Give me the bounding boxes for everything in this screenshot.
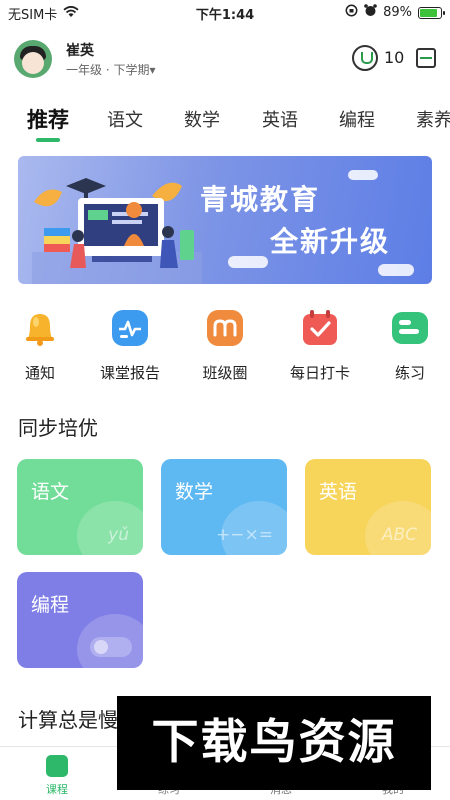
battery-icon	[418, 6, 445, 19]
profile-header: 崔英 一年级 · 下学期▾ 10	[14, 40, 436, 80]
card-label: 数学	[175, 481, 214, 503]
tab-recommend[interactable]: 推荐	[27, 104, 69, 134]
quick-action-class-report[interactable]: 课堂报告	[90, 306, 170, 383]
battery-text: 89%	[383, 5, 412, 20]
quick-action-notice[interactable]: 通知	[0, 306, 80, 383]
card-glyph: +−×=	[216, 525, 273, 545]
banner-cloud	[228, 256, 268, 268]
quick-action-label: 班级圈	[202, 364, 248, 382]
tab-english[interactable]: 英语	[262, 106, 298, 132]
promo-banner[interactable]: 青城教育 全新升级	[18, 156, 432, 284]
nav-courses[interactable]: 课程	[22, 755, 92, 797]
card-label: 语文	[31, 481, 70, 503]
card-glyph: yǔ	[108, 525, 129, 545]
toggle-icon	[90, 637, 132, 657]
quick-action-label: 每日打卡	[289, 364, 350, 382]
tab-chinese[interactable]: 语文	[107, 106, 143, 132]
quick-actions: 通知 课堂报告 班级圈 每日打卡 练习	[0, 306, 450, 388]
bell-icon	[20, 308, 60, 348]
calc-section-title: 计算总是慢	[18, 708, 118, 732]
points-coin-icon[interactable]	[352, 45, 378, 71]
points-count: 10	[384, 48, 405, 67]
quick-action-label: 通知	[24, 364, 55, 382]
card-label: 英语	[319, 481, 358, 503]
checkin-icon	[300, 308, 340, 348]
quick-action-class-circle[interactable]: 班级圈	[185, 306, 265, 383]
sync-card-math[interactable]: 数学 +−×=	[161, 459, 287, 555]
avatar-face	[22, 52, 44, 74]
tab-math[interactable]: 数学	[184, 106, 220, 132]
nav-label: 课程	[46, 783, 68, 796]
practice-icon	[390, 308, 430, 348]
banner-cloud	[378, 264, 414, 276]
sync-card-chinese[interactable]: 语文 yǔ	[17, 459, 143, 555]
quick-action-daily-checkin[interactable]: 每日打卡	[280, 306, 360, 383]
status-right: 89%	[345, 4, 445, 21]
scan-icon[interactable]	[416, 48, 436, 68]
tab-active-indicator	[36, 138, 60, 142]
banner-illustration	[32, 178, 202, 284]
alarm-icon	[364, 4, 377, 21]
avatar[interactable]	[14, 40, 52, 78]
quick-action-label: 课堂报告	[99, 364, 160, 382]
sync-section-title: 同步培优	[18, 416, 98, 440]
battery-fill	[420, 8, 437, 17]
watermark-overlay: 下载鸟资源	[117, 696, 431, 790]
student-name: 崔英	[66, 43, 94, 59]
class-circle-icon	[205, 308, 245, 348]
course-book-icon	[46, 755, 68, 777]
tab-programming[interactable]: 编程	[339, 106, 375, 132]
sync-card-programming[interactable]: 编程	[17, 572, 143, 668]
card-label: 编程	[31, 594, 70, 616]
status-bar: 无SIM卡 下午1:44 89%	[0, 0, 450, 24]
report-icon	[110, 308, 150, 348]
banner-subtitle: 全新升级	[270, 225, 391, 258]
banner-cloud	[348, 170, 378, 180]
orientation-lock-icon	[345, 4, 358, 21]
subject-tabs: 推荐 语文 数学 英语 编程 素养	[0, 96, 450, 146]
banner-title: 青城教育	[200, 183, 321, 216]
card-glyph: ABC	[381, 525, 417, 545]
sync-card-english[interactable]: 英语 ABC	[305, 459, 431, 555]
tab-literacy[interactable]: 素养	[416, 106, 450, 132]
grade-selector[interactable]: 一年级 · 下学期▾	[66, 61, 155, 78]
quick-action-label: 练习	[394, 364, 425, 382]
quick-action-practice[interactable]: 练习	[370, 306, 450, 383]
